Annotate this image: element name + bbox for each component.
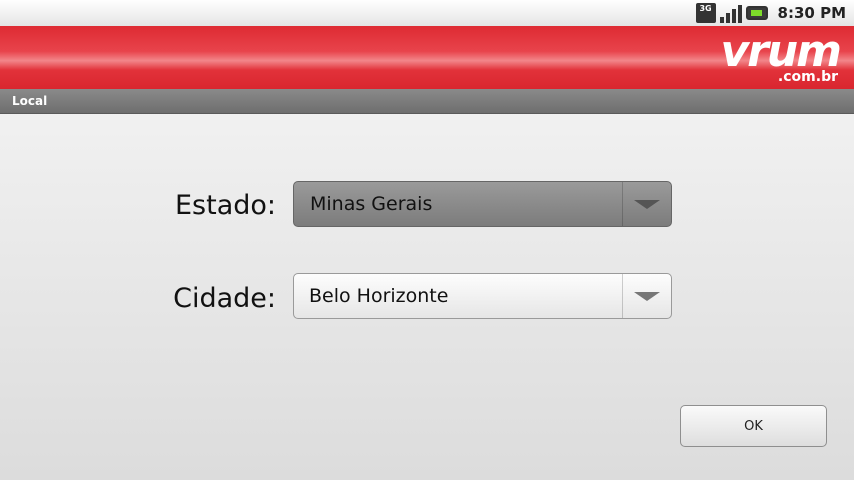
estado-value: Minas Gerais bbox=[310, 193, 433, 215]
signal-strength-icon bbox=[719, 3, 742, 23]
clock: 8:30 PM bbox=[777, 4, 846, 22]
status-bar: 3G 8:30 PM bbox=[0, 0, 854, 26]
estado-dropdown-arrow[interactable] bbox=[622, 182, 671, 226]
network-3g-icon: 3G bbox=[695, 3, 716, 23]
cidade-value: Belo Horizonte bbox=[309, 285, 449, 307]
chevron-down-icon bbox=[634, 291, 660, 301]
ok-button[interactable]: OK bbox=[680, 405, 827, 447]
page-title: Local bbox=[12, 94, 48, 108]
logo-domain: .com.br bbox=[777, 69, 838, 85]
battery-icon bbox=[745, 6, 768, 20]
status-icons: 3G 8:30 PM bbox=[695, 2, 846, 24]
cidade-spinner[interactable]: Belo Horizonte bbox=[293, 273, 672, 319]
cidade-dropdown-arrow[interactable] bbox=[622, 274, 671, 318]
cidade-label: Cidade: bbox=[173, 283, 276, 314]
estado-label: Estado: bbox=[174, 190, 276, 221]
network-type-label: 3G bbox=[699, 4, 712, 13]
app-banner: vrum .com.br bbox=[0, 26, 854, 89]
estado-spinner[interactable]: Minas Gerais bbox=[293, 181, 672, 227]
vrum-logo: vrum .com.br bbox=[696, 29, 846, 87]
chevron-down-icon bbox=[634, 199, 660, 209]
title-bar: Local bbox=[0, 89, 854, 114]
